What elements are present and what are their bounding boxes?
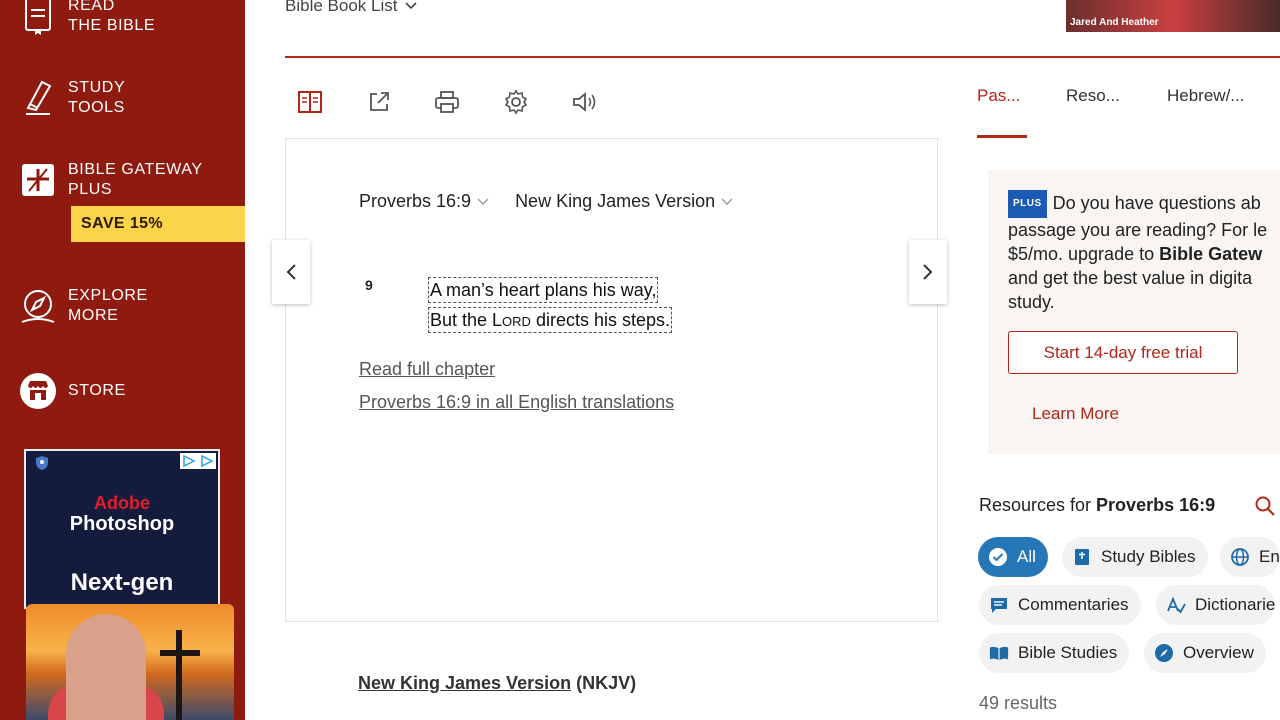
settings-button[interactable] <box>501 87 531 117</box>
learn-more-link[interactable]: Learn More <box>1032 404 1119 424</box>
plus-icon <box>16 158 60 202</box>
chevron-right-icon <box>923 264 933 280</box>
version-footer-link[interactable]: New King James Version <box>358 673 571 693</box>
parallel-icon <box>298 91 322 113</box>
verse-line-2[interactable]: But the Lord directs his steps. <box>428 307 673 333</box>
save-badge[interactable]: SAVE 15% <box>71 206 245 242</box>
audio-button[interactable] <box>570 87 600 117</box>
sidebar-item-read-the-bible[interactable]: READ THE BIBLE <box>16 0 155 38</box>
filter-chip-bible-studies[interactable]: Bible Studies <box>979 633 1130 673</box>
gear-icon <box>504 89 528 115</box>
print-icon <box>435 91 459 113</box>
shield-icon <box>34 455 50 471</box>
study-tools-icon <box>16 76 60 120</box>
lord-small-caps: Lord <box>492 310 531 330</box>
sidebar-item-label: STORE <box>68 382 126 399</box>
check-icon <box>988 547 1008 567</box>
presenter-avatar <box>66 614 146 720</box>
plus-promo-panel: PLUS Do you have questions ab passage you… <box>988 170 1280 454</box>
sidebar-item-label: READ THE BIBLE <box>68 0 156 34</box>
bible-book-icon <box>1072 547 1092 567</box>
passage-reference-dropdown[interactable]: Proverbs 16:9 <box>359 191 471 212</box>
chevron-down-icon <box>405 2 418 10</box>
webcam-name: Jared And Heather <box>1070 17 1159 28</box>
book-list-label: Bible Book List <box>285 0 398 15</box>
plus-badge: PLUS <box>1008 190 1047 218</box>
active-tab-indicator <box>977 135 1027 138</box>
filter-chip-study-bibles[interactable]: Study Bibles <box>1062 537 1208 577</box>
header-divider <box>285 56 1280 58</box>
verse-line-1[interactable]: A man’s heart plans his way, <box>428 277 659 303</box>
next-passage-button[interactable] <box>909 240 947 304</box>
ad-product: Photoshop <box>69 513 175 535</box>
results-count: 49 results <box>979 693 1058 713</box>
promo-text: PLUS Do you have questions ab passage you… <box>1008 190 1280 314</box>
webcam-feed-presenter <box>26 604 234 720</box>
advertisement[interactable]: Adobe Photoshop Next-gen <box>24 449 220 609</box>
all-translations-link[interactable]: Proverbs 16:9 in all English translation… <box>359 392 674 413</box>
verse-number: 9 <box>365 277 373 293</box>
chevron-down-icon[interactable] <box>477 198 489 206</box>
resources-title: Resources for Proverbs 16:9 <box>979 495 1216 515</box>
previous-passage-button[interactable] <box>272 240 310 304</box>
open-book-icon <box>989 643 1009 663</box>
search-icon[interactable] <box>1254 495 1276 517</box>
version-dropdown[interactable]: New King James Version <box>515 191 715 212</box>
parallel-view-button[interactable] <box>295 87 325 117</box>
tab-hebrew[interactable]: Hebrew/... <box>1167 86 1244 106</box>
webcam-feed-guest: Jared And Heather <box>1066 0 1280 32</box>
tab-resources[interactable]: Reso... <box>1066 86 1120 106</box>
chevron-down-icon[interactable] <box>721 198 733 206</box>
ad-tagline: Next-gen <box>70 569 174 596</box>
sidebar-item-study-tools[interactable]: STUDY TOOLS <box>16 76 125 120</box>
sidebar-item-store[interactable]: STORE <box>16 369 126 413</box>
ad-brand: Adobe <box>94 493 150 513</box>
sidebar-item-label: STUDY TOOLS <box>68 79 126 116</box>
version-abbreviation: (NKJV) <box>576 673 637 693</box>
compass-icon <box>16 284 60 328</box>
comment-icon <box>989 595 1009 615</box>
dictionary-icon <box>1166 595 1186 615</box>
print-button[interactable] <box>432 87 462 117</box>
filter-chip-encyclopedias[interactable]: En <box>1220 537 1280 577</box>
store-icon <box>16 369 60 413</box>
sidebar: READ THE BIBLE STUDY TOOLS BIBLE GATEWAY… <box>0 0 245 720</box>
filter-chip-all[interactable]: All <box>978 537 1048 577</box>
sidebar-item-label: BIBLE GATEWAY PLUS <box>68 161 203 198</box>
start-free-trial-button[interactable]: Start 14-day free trial <box>1008 331 1238 374</box>
version-footer: New King James Version (NKJV) <box>358 673 636 694</box>
sidebar-item-label: EXPLORE MORE <box>68 287 148 324</box>
filter-chip-overview[interactable]: Overview <box>1144 633 1266 673</box>
tab-passage[interactable]: Pas... <box>977 86 1020 106</box>
share-icon <box>370 92 389 111</box>
bible-book-list-dropdown[interactable]: Bible Book List <box>285 0 418 16</box>
bible-icon <box>16 0 60 38</box>
sidebar-item-explore-more[interactable]: EXPLORE MORE <box>16 284 148 328</box>
globe-icon <box>1230 547 1250 567</box>
sidebar-item-bible-gateway-plus[interactable]: BIBLE GATEWAY PLUS <box>16 158 203 202</box>
cross-image <box>176 630 182 720</box>
share-button[interactable] <box>364 87 394 117</box>
chevron-left-icon <box>286 264 296 280</box>
filter-chip-commentaries[interactable]: Commentaries <box>979 585 1141 625</box>
speaker-icon <box>573 92 596 112</box>
filter-chip-dictionaries[interactable]: Dictionarie <box>1156 585 1276 625</box>
passage-selector: Proverbs 16:9 New King James Version <box>359 191 759 212</box>
compass-icon <box>1154 643 1174 663</box>
read-full-chapter-link[interactable]: Read full chapter <box>359 359 495 380</box>
ad-choices-icon[interactable] <box>180 453 216 469</box>
